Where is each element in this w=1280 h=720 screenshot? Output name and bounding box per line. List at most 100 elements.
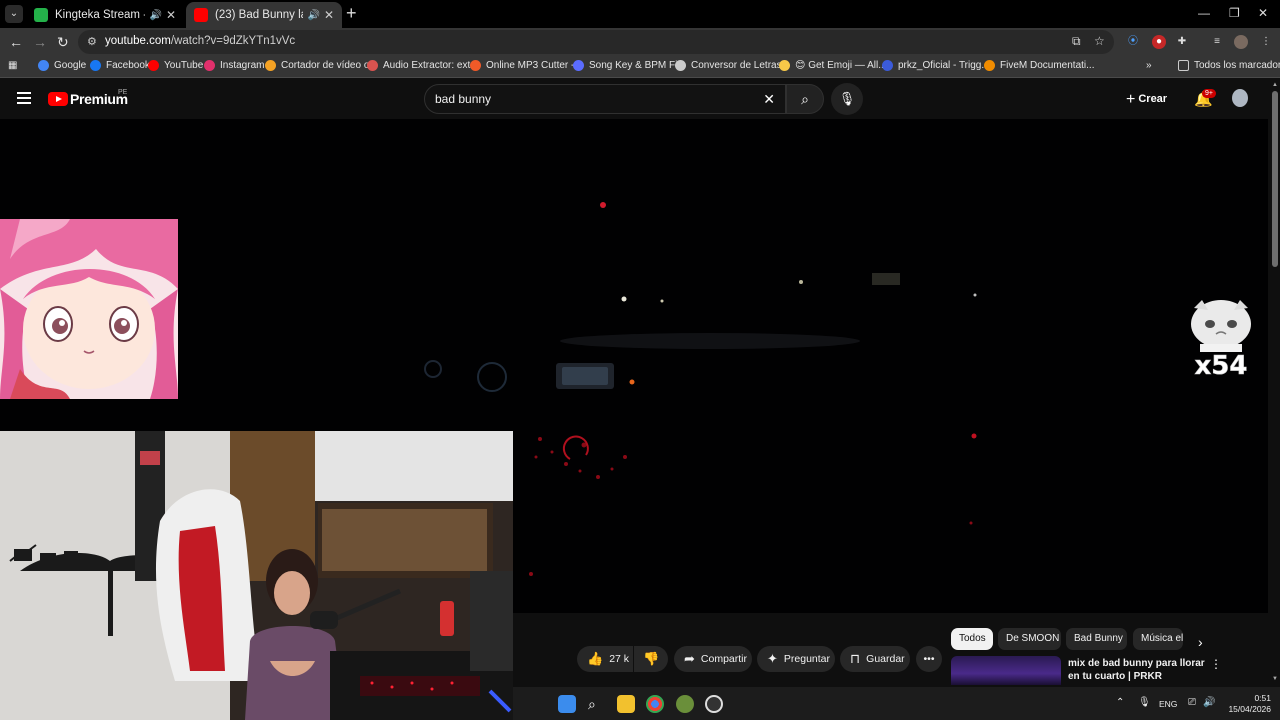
all-bookmarks-folder[interactable]: Todos los marcadores <box>1178 60 1280 71</box>
browser-toolbar: ← → ↻ ⚙ youtube.com/watch?v=9dZkYTn1vVc … <box>0 28 1280 56</box>
clear-search-icon[interactable]: ✕ <box>763 91 775 108</box>
bookmark-google[interactable]: Google <box>38 60 86 71</box>
url-path: /watch?v=9dZkYTn1vVc <box>170 35 296 47</box>
share-button[interactable]: ➦ Compartir <box>674 646 752 672</box>
back-icon[interactable]: ← <box>9 34 23 50</box>
chip-bad-bunny[interactable]: Bad Bunny <box>1066 628 1127 650</box>
bookmark-youtube[interactable]: YouTube <box>148 60 203 71</box>
system-clock[interactable]: 0:51 15/04/2026 <box>1219 693 1271 715</box>
page-scrollbar[interactable] <box>1270 79 1280 685</box>
chip-from-channel[interactable]: De SMOON <box>998 628 1061 650</box>
search-query[interactable]: bad bunny <box>435 92 491 106</box>
recommendation-menu-icon[interactable]: ⋮ <box>1210 657 1222 671</box>
bookmark-get-emoji[interactable]: 😊 Get Emoji — All... <box>779 60 887 71</box>
bookmarks-overflow-icon[interactable]: » <box>1146 60 1152 71</box>
close-tab-icon[interactable]: ✕ <box>324 8 334 22</box>
tab-youtube[interactable]: (23) Bad Bunny late night d 🔊 ✕ <box>186 2 342 28</box>
taskbar-search-icon[interactable]: ⌕ <box>588 695 606 713</box>
profile-avatar-icon[interactable] <box>1234 35 1248 49</box>
chrome-menu-icon[interactable]: ⋮ <box>1259 35 1273 49</box>
bookmark-label: Todos los marcadores <box>1194 60 1280 71</box>
ask-label: Preguntar <box>783 653 831 665</box>
thumbs-up-icon: 👍 <box>587 651 604 666</box>
bookmark-prkz[interactable]: prkz_Oficial - Trigg... <box>882 60 990 71</box>
microphone-tray-icon[interactable]: 🎙 <box>1138 697 1151 708</box>
tab-search-button[interactable]: ⌄ <box>5 5 23 23</box>
chip-all[interactable]: Todos <box>951 628 993 650</box>
guide-menu-icon[interactable] <box>17 92 31 104</box>
emoji-icon <box>779 60 790 71</box>
recommendation-thumbnail[interactable] <box>951 656 1061 685</box>
site-info-icon[interactable]: ⚙ <box>87 35 97 48</box>
search-input[interactable]: bad bunny ✕ <box>424 84 786 114</box>
account-avatar[interactable] <box>1232 89 1248 107</box>
volume-icon[interactable]: 🔊 <box>1203 697 1215 708</box>
dislike-button[interactable]: 👎 <box>634 646 668 672</box>
obs-icon[interactable] <box>705 695 723 713</box>
bookmark-mp3-cutter[interactable]: Online MP3 Cutter -... <box>470 60 583 71</box>
forward-icon[interactable]: → <box>33 34 47 50</box>
folder-icon <box>1178 60 1189 71</box>
tray-overflow-icon[interactable]: ⌃ <box>1116 697 1124 708</box>
create-label: Crear <box>1138 93 1168 105</box>
bookmark-instagram[interactable]: Instagram <box>204 60 264 71</box>
speaker-icon[interactable]: 🔊 <box>149 10 161 21</box>
scrollbar-thumb[interactable] <box>1272 91 1278 267</box>
network-icon[interactable]: ⎚ <box>1188 697 1196 708</box>
instagram-icon <box>204 60 215 71</box>
create-button[interactable]: + Crear <box>1126 91 1167 109</box>
bookmark-star-icon[interactable]: ☆ <box>1094 34 1105 48</box>
address-bar[interactable]: ⚙ youtube.com/watch?v=9dZkYTn1vVc ⧉ ☆ <box>78 30 1114 54</box>
voice-search-button[interactable]: 🎙 <box>831 83 863 115</box>
bookmark-facebook[interactable]: Facebook <box>90 60 150 71</box>
extension-red-icon[interactable]: ● <box>1152 35 1166 49</box>
bookmark-label: Instagram <box>220 60 265 71</box>
bookmark-song-key[interactable]: Song Key & BPM Fi... <box>573 60 686 71</box>
youtube-logo-icon[interactable] <box>48 92 68 106</box>
install-app-icon[interactable]: ⧉ <box>1072 34 1081 49</box>
extension-audio-icon[interactable]: ⦿ <box>1126 35 1140 49</box>
url-text[interactable]: youtube.com/watch?v=9dZkYTn1vVc <box>105 35 295 47</box>
save-button[interactable]: ⊓ Guardar <box>840 646 910 672</box>
recommendation-title[interactable]: mix de bad bunny para llorar en tu cuart… <box>1068 657 1208 683</box>
media-controls-icon[interactable]: ≡ <box>1210 35 1224 49</box>
bookmark-video-cutter[interactable]: Cortador de vídeo o... <box>265 60 378 71</box>
taskbar-app-icon[interactable] <box>676 695 694 713</box>
more-horizontal-icon: ••• <box>923 653 935 665</box>
windows-taskbar: ⌕ ⌃ 🎙 ENG ⎚ 🔊 0:51 15/04/2026 <box>513 687 1280 720</box>
close-window-icon[interactable]: ✕ <box>1258 6 1268 20</box>
chevron-right-icon[interactable]: › <box>1198 634 1203 650</box>
scroll-down-arrow-icon[interactable]: ▼ <box>1272 676 1278 682</box>
url-host: youtube.com <box>105 35 171 47</box>
input-language[interactable]: ENG <box>1159 699 1177 709</box>
clock-time: 0:51 <box>1254 693 1271 703</box>
minimize-icon[interactable]: — <box>1198 6 1210 20</box>
bookmark-audio-extractor[interactable]: Audio Extractor: ext... <box>367 60 479 71</box>
windows-start-icon[interactable] <box>558 695 576 713</box>
close-tab-icon[interactable]: ✕ <box>166 8 176 22</box>
chrome-icon[interactable] <box>646 695 664 713</box>
file-explorer-icon[interactable] <box>617 695 635 713</box>
new-tab-button[interactable]: + <box>346 4 357 22</box>
apps-grid-icon[interactable]: ▦ <box>8 60 17 71</box>
restore-icon[interactable]: ❐ <box>1229 6 1240 20</box>
bookmark-label: Cortador de vídeo o... <box>281 60 378 71</box>
browser-tab-strip: ⌄ Kingteka Stream - Watch Li 🔊 ✕ (23) Ba… <box>0 0 1280 28</box>
search-icon: ⌕ <box>801 91 809 107</box>
scroll-up-arrow-icon[interactable]: ▲ <box>1272 82 1278 88</box>
ask-button[interactable]: ✦ Preguntar <box>757 646 835 672</box>
screen: ⌄ Kingteka Stream - Watch Li 🔊 ✕ (23) Ba… <box>0 0 1280 720</box>
streamer-webcam-feed <box>0 431 513 720</box>
anime-girl-illustration <box>0 219 178 399</box>
extensions-puzzle-icon[interactable]: ✚ <box>1175 35 1189 49</box>
reload-icon[interactable]: ↻ <box>57 34 69 50</box>
search-button[interactable]: ⌕ <box>786 84 824 114</box>
bookmark-letter-converter[interactable]: Conversor de Letras... <box>675 60 790 71</box>
speaker-icon[interactable]: 🔊 <box>307 10 319 21</box>
tab-kingteka[interactable]: Kingteka Stream - Watch Li 🔊 ✕ <box>26 2 184 28</box>
bookmark-fivem[interactable]: FiveM Documentati... <box>984 60 1094 71</box>
chip-music[interactable]: Música el <box>1133 628 1183 650</box>
more-actions-button[interactable]: ••• <box>916 646 942 672</box>
bookmark-label: prkz_Oficial - Trigg... <box>898 60 990 71</box>
like-button[interactable]: 👍 27 k <box>577 646 633 672</box>
